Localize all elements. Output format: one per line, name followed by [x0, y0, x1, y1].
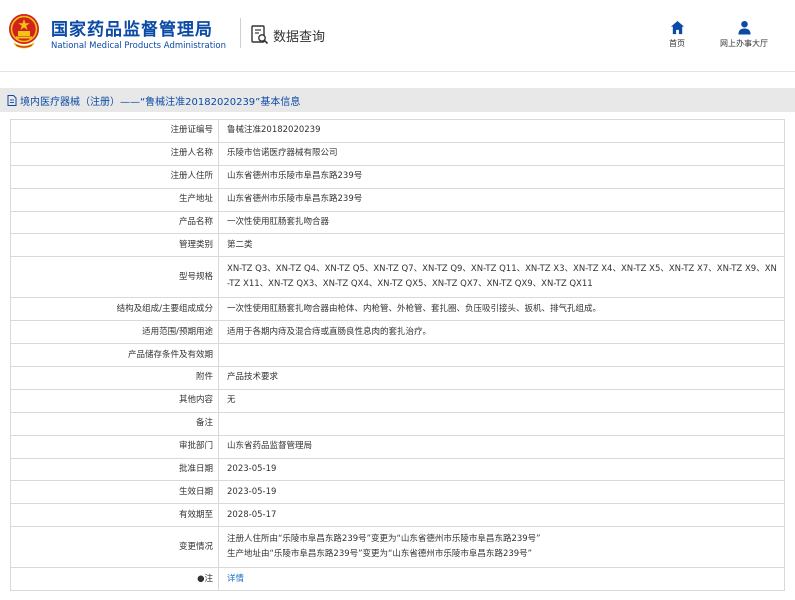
row-value: 山东省药品监督管理局: [218, 434, 785, 459]
row-label: 生产地址: [10, 187, 219, 212]
national-emblem-icon: [9, 14, 39, 49]
row-value: 适用于各期内痔及混合痔或直肠良性息肉的套扎治疗。: [218, 320, 785, 345]
nav-online-hall-link[interactable]: 网上办事大厅: [708, 20, 780, 49]
user-icon: [737, 20, 751, 35]
table-row: 备注: [10, 411, 785, 436]
row-value: 鲁械注准20182020239: [218, 119, 785, 143]
page-title-bar: 境内医疗器械（注册）——“鲁械注准20182020239”基本信息: [0, 88, 795, 112]
info-table: 注册证编号 鲁械注准20182020239 注册人名称 乐陵市信诺医疗器械有限公…: [10, 119, 785, 592]
row-value: 山东省德州市乐陵市阜昌东路239号: [218, 164, 785, 189]
row-label: 管理类别: [10, 233, 219, 258]
row-label: 附件: [10, 366, 219, 390]
details-link[interactable]: 详情: [227, 574, 244, 584]
row-label: 批准日期: [10, 457, 219, 482]
table-row-note: ●注 详情: [10, 567, 785, 592]
row-value: 一次性使用肛肠套扎吻合器由枪体、内枪管、外枪管、套扎圈、负压吸引接头、扳机、排气…: [218, 297, 785, 322]
row-label: 生效日期: [10, 480, 219, 505]
row-label: 结构及组成/主要组成成分: [10, 297, 219, 322]
table-row: 适用范围/预期用途 适用于各期内痔及混合痔或直肠良性息肉的套扎治疗。: [10, 320, 785, 345]
document-search-icon: [251, 25, 269, 45]
table-row: 型号规格 XN-TZ Q3、XN-TZ Q4、XN-TZ Q5、XN-TZ Q7…: [10, 256, 785, 299]
table-row: 产品储存条件及有效期: [10, 343, 785, 368]
table-row: 其他内容 无: [10, 388, 785, 413]
row-value: 山东省德州市乐陵市阜昌东路239号: [218, 187, 785, 212]
row-label: 适用范围/预期用途: [10, 320, 219, 345]
row-value: 2023-05-19: [218, 480, 785, 505]
table-row-change: 变更情况 注册人住所由“乐陵市阜昌东路239号”变更为“山东省德州市乐陵市阜昌东…: [10, 526, 785, 569]
table-row: 生效日期 2023-05-19: [10, 480, 785, 505]
row-label: 其他内容: [10, 388, 219, 413]
row-label: 型号规格: [10, 256, 219, 299]
row-value: 一次性使用肛肠套扎吻合器: [218, 210, 785, 235]
nav-online-hall-label: 网上办事大厅: [720, 39, 768, 48]
row-value: [218, 343, 785, 368]
data-query-label: 数据查询: [273, 29, 326, 45]
page-title: 境内医疗器械（注册）——“鲁械注准20182020239”基本信息: [20, 96, 301, 108]
document-icon: [7, 94, 17, 106]
table-row: 注册人名称 乐陵市信诺医疗器械有限公司: [10, 141, 785, 166]
nav-home-label: 首页: [669, 39, 685, 48]
row-label: 注册人名称: [10, 141, 219, 166]
row-value: XN-TZ Q3、XN-TZ Q4、XN-TZ Q5、XN-TZ Q7、XN-T…: [218, 256, 785, 299]
home-icon: [670, 20, 684, 35]
table-row: 批准日期 2023-05-19: [10, 457, 785, 482]
row-label: 产品名称: [10, 210, 219, 235]
row-value: 2028-05-17: [218, 503, 785, 528]
note-value: 详情: [218, 567, 785, 592]
row-value: 产品技术要求: [218, 366, 785, 390]
row-value: 无: [218, 388, 785, 413]
row-value: 乐陵市信诺医疗器械有限公司: [218, 141, 785, 166]
row-value: [218, 411, 785, 436]
table-row: 注册证编号 鲁械注准20182020239: [10, 119, 785, 143]
info-table-container: 注册证编号 鲁械注准20182020239 注册人名称 乐陵市信诺医疗器械有限公…: [10, 119, 785, 592]
change-label: 变更情况: [10, 526, 219, 569]
table-row: 产品名称 一次性使用肛肠套扎吻合器: [10, 210, 785, 235]
note-label: 注: [204, 573, 213, 584]
brand-name-en: National Medical Products Administration: [51, 41, 226, 51]
site-header: 国家药品监督管理局 National Medical Products Admi…: [0, 0, 795, 72]
row-value: 第二类: [218, 233, 785, 258]
table-row: 注册人住所 山东省德州市乐陵市阜昌东路239号: [10, 164, 785, 189]
row-label: 有效期至: [10, 503, 219, 528]
row-label: 备注: [10, 411, 219, 436]
table-row: 审批部门 山东省药品监督管理局: [10, 434, 785, 459]
row-label: 注册人住所: [10, 164, 219, 189]
row-label: 注册证编号: [10, 119, 219, 143]
table-row: 有效期至 2028-05-17: [10, 503, 785, 528]
row-value: 2023-05-19: [218, 457, 785, 482]
brand-name-cn: 国家药品监督管理局: [51, 20, 213, 40]
note-label-cell: ●注: [10, 567, 219, 592]
table-row: 生产地址 山东省德州市乐陵市阜昌东路239号: [10, 187, 785, 212]
header-divider: [240, 18, 241, 48]
nav-home-link[interactable]: 首页: [662, 20, 692, 49]
row-label: 产品储存条件及有效期: [10, 343, 219, 368]
row-label: 审批部门: [10, 434, 219, 459]
table-row: 结构及组成/主要组成成分 一次性使用肛肠套扎吻合器由枪体、内枪管、外枪管、套扎圈…: [10, 297, 785, 322]
table-row: 管理类别 第二类: [10, 233, 785, 258]
data-query-section[interactable]: 数据查询: [251, 25, 325, 45]
change-line: 注册人住所由“乐陵市阜昌东路239号”变更为“山东省德州市乐陵市阜昌东路239号…: [227, 534, 541, 545]
table-row: 附件 产品技术要求: [10, 366, 785, 390]
change-value: 注册人住所由“乐陵市阜昌东路239号”变更为“山东省德州市乐陵市阜昌东路239号…: [218, 526, 785, 569]
change-line: 生产地址由“乐陵市阜昌东路239号”变更为“山东省德州市乐陵市阜昌东路239号”: [227, 549, 533, 560]
